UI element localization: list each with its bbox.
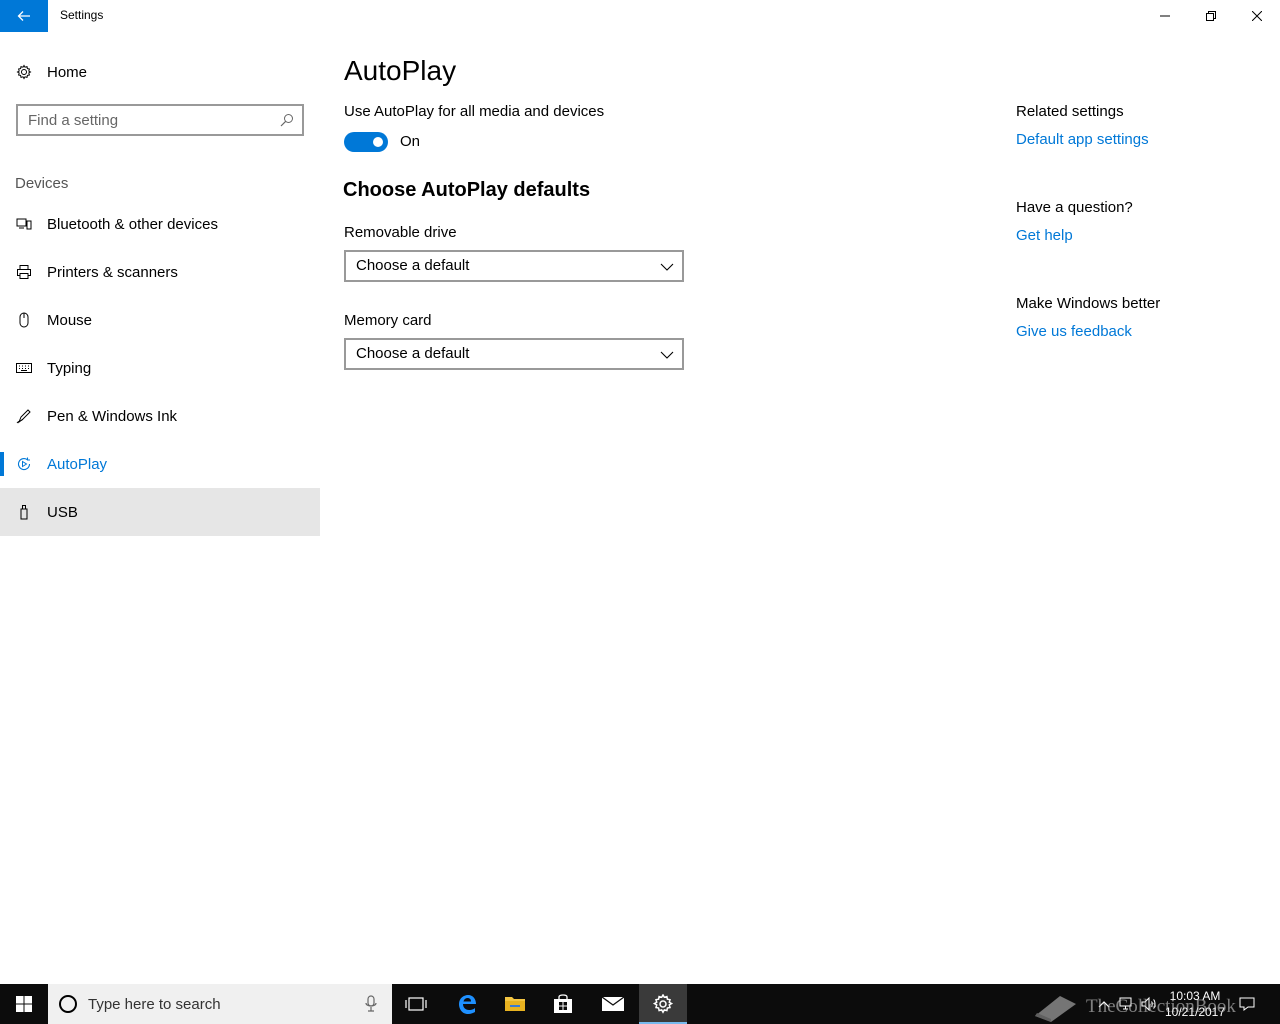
chevron-down-icon	[660, 348, 674, 366]
watermark-text: TheCollectionBook	[1086, 996, 1236, 1017]
book-icon	[1035, 996, 1076, 1022]
close-icon	[1252, 11, 1262, 21]
edge-browser-icon	[459, 995, 476, 1014]
sidebar-item-bluetooth[interactable]: Bluetooth & other devices	[0, 200, 320, 248]
memory-card-label: Memory card	[344, 312, 432, 329]
microphone-icon[interactable]	[364, 995, 378, 1018]
sidebar-item-typing[interactable]: Typing	[0, 344, 320, 392]
sidebar-item-label: Bluetooth & other devices	[47, 215, 218, 233]
sidebar-item-usb[interactable]: USB	[0, 488, 320, 536]
find-setting-search[interactable]	[16, 104, 304, 136]
gear-icon	[16, 64, 32, 80]
watermark: TheCollectionBook	[1030, 992, 1236, 1022]
keyboard-icon	[16, 360, 32, 376]
chevron-down-icon	[660, 260, 674, 278]
minimize-icon	[1160, 15, 1170, 17]
memory-card-dropdown[interactable]: Choose a default	[344, 338, 684, 370]
sidebar-item-home[interactable]: Home	[0, 48, 320, 96]
make-windows-better-heading: Make Windows better	[1016, 295, 1161, 312]
sidebar-item-autoplay[interactable]: AutoPlay	[0, 440, 320, 488]
printer-icon	[16, 264, 32, 280]
sidebar-item-label: Mouse	[47, 311, 93, 329]
edge-taskbar-button[interactable]	[443, 984, 491, 1024]
taskbar-search-input[interactable]	[88, 995, 348, 1013]
toggle-state-text: On	[400, 133, 421, 150]
related-settings-heading: Related settings	[1016, 103, 1124, 120]
sidebar-item-label: Pen & Windows Ink	[47, 407, 178, 425]
toggle-knob	[373, 137, 383, 147]
sidebar-item-printers[interactable]: Printers & scanners	[0, 248, 320, 296]
mouse-icon	[16, 312, 32, 328]
sidebar-item-label: USB	[47, 503, 78, 521]
autoplay-toggle[interactable]	[344, 132, 388, 152]
action-center-button[interactable]	[1234, 984, 1260, 1024]
sidebar-home-label: Home	[47, 63, 88, 81]
give-feedback-link[interactable]: Give us feedback	[1016, 323, 1132, 340]
sidebar: Home Devices Bluetooth & other devices	[0, 32, 320, 984]
folder-icon	[505, 997, 525, 1011]
close-button[interactable]	[1234, 0, 1280, 32]
sidebar-item-label: AutoPlay	[47, 455, 108, 473]
back-arrow-icon	[17, 11, 30, 21]
mail-taskbar-button[interactable]	[589, 984, 637, 1024]
settings-gear-icon	[653, 994, 673, 1014]
window-title: Settings	[60, 8, 104, 22]
windows-logo-icon	[16, 996, 32, 1012]
dropdown-value: Choose a default	[356, 257, 470, 274]
search-input[interactable]	[28, 111, 268, 129]
mail-envelope-icon	[601, 996, 625, 1011]
notification-icon	[1239, 997, 1255, 1011]
task-view-button[interactable]	[392, 984, 440, 1024]
autoplay-toggle-label: Use AutoPlay for all media and devices	[344, 103, 605, 120]
title-bar: Settings	[0, 0, 1280, 32]
bluetooth-device-icon	[16, 216, 32, 232]
default-app-settings-link[interactable]: Default app settings	[1016, 131, 1149, 148]
usb-icon	[16, 504, 32, 520]
autoplay-icon	[16, 456, 32, 472]
cortana-icon	[58, 994, 78, 1019]
search-icon[interactable]	[280, 113, 294, 132]
section-title: Choose AutoPlay defaults	[343, 179, 591, 201]
store-bag-icon	[554, 994, 572, 1013]
removable-drive-label: Removable drive	[344, 224, 457, 241]
page-title: AutoPlay	[344, 55, 457, 86]
removable-drive-dropdown[interactable]: Choose a default	[344, 250, 684, 282]
minimize-button[interactable]	[1142, 0, 1188, 32]
start-button[interactable]	[0, 984, 48, 1024]
sidebar-item-mouse[interactable]: Mouse	[0, 296, 320, 344]
sidebar-item-label: Typing	[47, 359, 92, 377]
question-heading: Have a question?	[1016, 199, 1133, 216]
taskbar-search-box[interactable]	[48, 984, 392, 1024]
sidebar-item-label: Printers & scanners	[47, 263, 178, 281]
sidebar-group-label: Devices	[15, 175, 69, 192]
store-taskbar-button[interactable]	[539, 984, 587, 1024]
back-button[interactable]	[0, 0, 48, 32]
dropdown-value: Choose a default	[356, 345, 470, 362]
settings-taskbar-button[interactable]	[639, 984, 687, 1024]
task-view-icon	[405, 997, 427, 1011]
file-explorer-taskbar-button[interactable]	[491, 984, 539, 1024]
sidebar-item-pen[interactable]: Pen & Windows Ink	[0, 392, 320, 440]
restore-icon	[1206, 11, 1216, 21]
get-help-link[interactable]: Get help	[1016, 227, 1073, 244]
selected-indicator	[0, 452, 4, 476]
restore-button[interactable]	[1188, 0, 1234, 32]
pen-icon	[16, 408, 32, 424]
